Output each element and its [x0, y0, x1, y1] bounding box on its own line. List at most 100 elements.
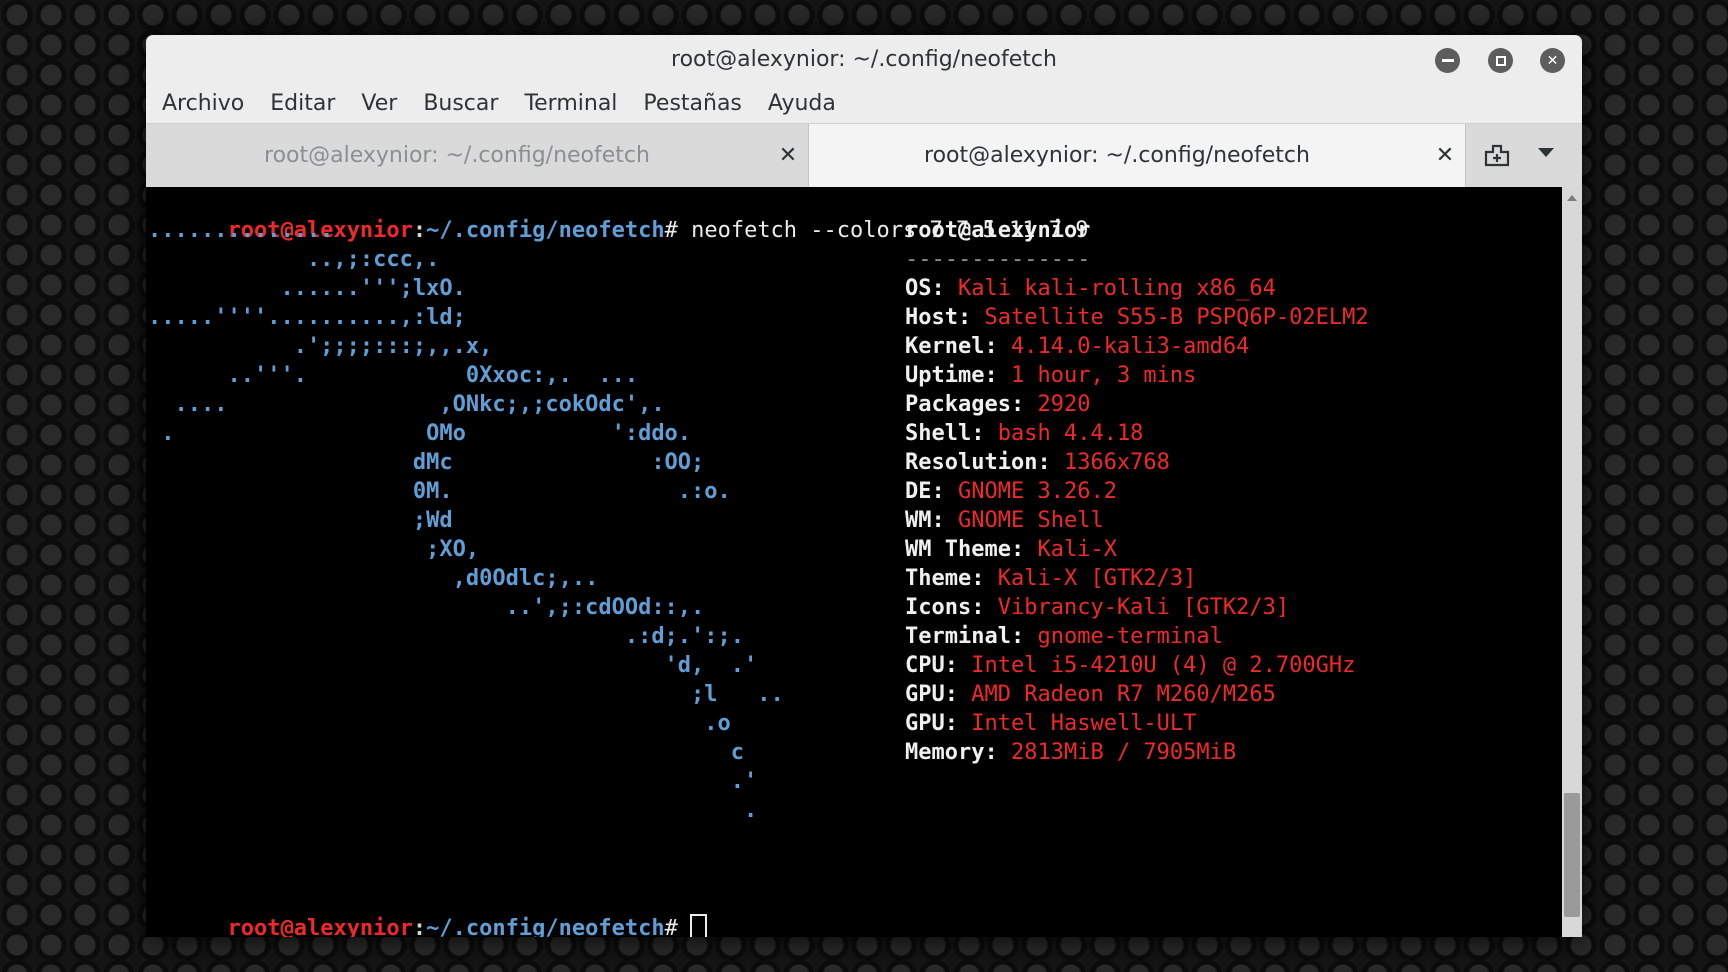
- info-row: Resolution: 1366x768: [905, 448, 1170, 477]
- scroll-up-icon[interactable]: [1567, 195, 1577, 201]
- info-colon: :: [944, 711, 972, 736]
- info-underline: --------------: [905, 247, 1091, 272]
- ascii-logo-line: .....''''..........,:ld;: [148, 305, 466, 330]
- menu-ayuda[interactable]: Ayuda: [755, 90, 849, 118]
- title-bar[interactable]: root@alexynior: ~/.config/neofetch ✕ Arc…: [146, 35, 1582, 124]
- info-row: Theme: Kali-X [GTK2/3]: [905, 564, 1196, 593]
- info-row: Packages: 2920: [905, 390, 1090, 419]
- ascii-logo-line: .: [148, 798, 758, 823]
- scrollbar-thumb[interactable]: [1564, 793, 1580, 917]
- info-key: Shell: [905, 421, 972, 446]
- info-value: Intel i5-4210U (4) @ 2.700GHz: [971, 653, 1356, 678]
- info-key: Host: [905, 305, 958, 330]
- info-row: WM: GNOME Shell: [905, 506, 1104, 535]
- ascii-logo-line: ..',;:cdOOd::,.: [148, 595, 705, 620]
- info-key: Resolution: [905, 450, 1038, 475]
- info-key: OS: [905, 276, 932, 301]
- info-value: Satellite S55-B PSPQ6P-02ELM2: [984, 305, 1369, 330]
- command-line: root@alexynior:~/.config/neofetch# neofe…: [148, 187, 1088, 243]
- info-colon: :: [944, 653, 972, 678]
- ascii-logo-line: .': [148, 769, 758, 794]
- info-row: Uptime: 1 hour, 3 mins: [905, 361, 1196, 390]
- window-title: root@alexynior: ~/.config/neofetch: [671, 47, 1057, 72]
- info-row: WM Theme: Kali-X: [905, 535, 1117, 564]
- prompt-separator: :: [412, 916, 427, 937]
- tab-1[interactable]: root@alexynior: ~/.config/neofetch ✕: [146, 124, 808, 187]
- info-row: Kernel: 4.14.0-kali3-amd64: [905, 332, 1249, 361]
- ascii-logo-line: ;l ..: [148, 682, 784, 707]
- ascii-logo-line: ;XO,: [148, 537, 480, 562]
- prompt-path: ~/.config/neofetch: [426, 916, 665, 937]
- info-value: GNOME Shell: [958, 508, 1104, 533]
- close-icon[interactable]: ✕: [1540, 48, 1565, 73]
- tab-bar: root@alexynior: ~/.config/neofetch ✕ roo…: [146, 124, 1582, 188]
- info-key: DE: [905, 479, 932, 504]
- info-value: gnome-terminal: [1037, 624, 1223, 649]
- prompt-user: root@alexynior: [227, 916, 413, 937]
- info-colon: :: [984, 740, 1011, 765]
- prompt-symbol: #: [664, 916, 678, 937]
- ascii-logo-line: ......''';lxO.: [148, 276, 466, 301]
- info-key: WM Theme: [905, 537, 1011, 562]
- ascii-logo-line: .:d;.':;.: [148, 624, 745, 649]
- menu-editar[interactable]: Editar: [257, 90, 348, 118]
- info-value: 2920: [1037, 392, 1091, 417]
- text-cursor[interactable]: [689, 914, 707, 937]
- info-colon: :: [944, 682, 972, 707]
- ascii-logo-line: .... ,ONkc;,;cokOdc',.: [148, 392, 665, 417]
- menu-bar: Archivo Editar Ver Buscar Terminal Pestañas Ay…: [158, 90, 849, 118]
- info-colon: :: [1010, 624, 1038, 649]
- info-row: Terminal: gnome-terminal: [905, 622, 1223, 651]
- maximize-icon[interactable]: [1488, 48, 1513, 73]
- menu-buscar[interactable]: Buscar: [410, 90, 511, 118]
- ascii-logo-line: . OMo ':ddo.: [148, 421, 692, 446]
- info-colon: :: [971, 566, 998, 591]
- tab-close-icon[interactable]: ✕: [1425, 143, 1465, 168]
- info-value: Vibrancy-Kali [GTK2/3]: [997, 595, 1290, 620]
- info-value: Intel Haswell-ULT: [971, 711, 1197, 736]
- info-colon: :: [984, 363, 1011, 388]
- ascii-logo-line: c: [148, 740, 745, 765]
- info-row: Shell: bash 4.4.18: [905, 419, 1143, 448]
- info-colon: :: [931, 479, 958, 504]
- menu-archivo[interactable]: Archivo: [158, 90, 257, 118]
- info-row: DE: GNOME 3.26.2: [905, 477, 1117, 506]
- info-key: Icons: [905, 595, 972, 620]
- info-row: OS: Kali kali-rolling x86_64: [905, 274, 1276, 303]
- minimize-icon[interactable]: [1435, 48, 1460, 73]
- menu-ver[interactable]: Ver: [348, 90, 410, 118]
- info-colon: :: [971, 595, 998, 620]
- new-tab-icon[interactable]: [1480, 138, 1514, 172]
- info-colon: :: [971, 421, 998, 446]
- info-colon: :: [1037, 450, 1064, 475]
- tab-1-label: root@alexynior: ~/.config/neofetch: [264, 143, 650, 168]
- ascii-logo-line: ,d0Odlc;,..: [148, 566, 599, 591]
- info-title: root@alexynior: [905, 218, 1091, 243]
- terminal-output[interactable]: root@alexynior:~/.config/neofetch# neofe…: [146, 187, 1562, 937]
- prompt-path: ~/.config/neofetch: [426, 218, 665, 243]
- prompt-separator: :: [412, 218, 427, 243]
- tab-2[interactable]: root@alexynior: ~/.config/neofetch ✕: [808, 124, 1466, 187]
- info-row: GPU: AMD Radeon R7 M260/M265: [905, 680, 1276, 709]
- scrollbar[interactable]: [1562, 187, 1582, 937]
- info-value: AMD Radeon R7 M260/M265: [971, 682, 1276, 707]
- terminal-window: root@alexynior: ~/.config/neofetch ✕ Arc…: [146, 35, 1582, 937]
- info-colon: :: [931, 508, 958, 533]
- info-value: 1 hour, 3 mins: [1010, 363, 1197, 388]
- info-colon: :: [1010, 537, 1038, 562]
- info-row: GPU: Intel Haswell-ULT: [905, 709, 1196, 738]
- ascii-logo-line: ;Wd: [148, 508, 453, 533]
- info-value: 2813MiB / 7905MiB: [1010, 740, 1237, 765]
- menu-pestanas[interactable]: Pestañas: [630, 90, 754, 118]
- info-value: 1366x768: [1063, 450, 1170, 475]
- info-colon: :: [1010, 392, 1038, 417]
- menu-terminal[interactable]: Terminal: [511, 90, 630, 118]
- tab-menu-chevron-down-icon[interactable]: [1538, 148, 1554, 157]
- tab-close-icon[interactable]: ✕: [768, 143, 808, 168]
- ascii-logo-line: dMc :OO;: [148, 450, 705, 475]
- info-key: Memory: [905, 740, 985, 765]
- info-colon: :: [984, 334, 1011, 359]
- info-row: Memory: 2813MiB / 7905MiB: [905, 738, 1236, 767]
- active-prompt-line: root@alexynior:~/.config/neofetch#: [148, 885, 707, 937]
- ascii-logo-line: ..............: [148, 218, 334, 243]
